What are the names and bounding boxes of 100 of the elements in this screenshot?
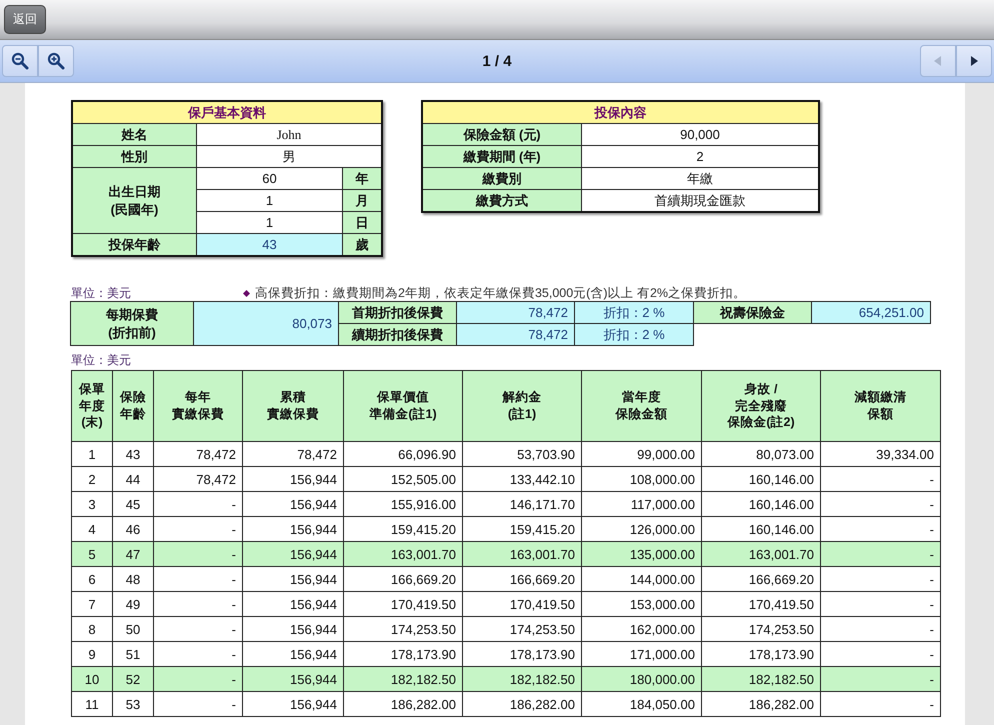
unit-label: 日 (342, 212, 382, 234)
table-cell: 47 (112, 542, 154, 566)
table-cell: - (154, 492, 242, 516)
table-cell: 144,000.00 (582, 566, 702, 592)
table-cell: - (820, 566, 940, 592)
table-cell: 50 (112, 616, 154, 642)
table-cell: 170,419.50 (462, 592, 582, 616)
table-cell: - (820, 616, 940, 642)
table-cell: 163,001.70 (462, 542, 582, 566)
unit-label: 單位：美元 (71, 285, 131, 302)
column-header: 解約金 (註1) (462, 370, 582, 442)
zoom-out-button[interactable] (2, 45, 38, 77)
table-cell: - (820, 592, 940, 616)
field-value: 78,472 (456, 323, 575, 346)
table-cell: - (820, 666, 940, 692)
table-cell: 156,944 (242, 492, 344, 516)
field-label: 姓名 (72, 124, 196, 146)
table-cell: - (154, 592, 242, 616)
unit-label: 月 (342, 190, 382, 212)
table-cell: 66,096.90 (344, 442, 462, 466)
table-cell: 160,146.00 (702, 466, 820, 492)
back-button[interactable]: 返回 (4, 5, 46, 34)
field-label: 保險金額 (元) (422, 124, 582, 146)
field-label: 繳費方式 (422, 190, 582, 212)
table-title: 投保內容 (422, 101, 819, 124)
field-value: 654,251.00 (811, 301, 931, 324)
table-cell: 78,472 (154, 442, 242, 466)
column-header: 累積 實繳保費 (242, 370, 344, 442)
discount-note: 高保費折扣：繳費期間為2年期，依表定年繳保費35,000元(含)以上 有2%之保費折扣。 (255, 285, 746, 302)
table-cell: 152,505.00 (344, 466, 462, 492)
field-value: 80,073 (193, 301, 339, 346)
table-title: 保戶基本資料 (72, 101, 382, 124)
field-label: 續期折扣後保費 (338, 323, 457, 346)
field-value: 1 (196, 190, 342, 212)
table-cell: - (820, 692, 940, 716)
table-cell: 52 (112, 666, 154, 692)
discount-value: 折扣：2 % (574, 301, 694, 324)
table-cell: 170,419.50 (344, 592, 462, 616)
table-cell: 45 (112, 492, 154, 516)
next-page-button[interactable] (956, 45, 992, 77)
table-cell: 163,001.70 (702, 542, 820, 566)
column-header: 保單價值 準備金(註1) (344, 370, 462, 442)
table-cell: 49 (112, 592, 154, 616)
table-cell: 48 (112, 566, 154, 592)
table-cell: 153,000.00 (582, 592, 702, 616)
table-cell: 133,442.10 (462, 466, 582, 492)
table-cell: 43 (112, 442, 154, 466)
table-cell: - (154, 692, 242, 716)
table-cell: 1 (72, 442, 112, 466)
table-cell: 166,669.20 (702, 566, 820, 592)
table-cell: 186,282.00 (702, 692, 820, 716)
table-cell: - (820, 542, 940, 566)
field-value: 60 (196, 168, 342, 190)
field-label: 首期折扣後保費 (338, 301, 457, 324)
zoom-in-button[interactable] (38, 45, 74, 77)
table-cell: 80,073.00 (702, 442, 820, 466)
field-value: 78,472 (456, 301, 575, 324)
table-cell: 78,472 (154, 466, 242, 492)
table-cell: 117,000.00 (582, 492, 702, 516)
table-cell: 135,000.00 (582, 542, 702, 566)
field-label: 出生日期 (民國年) (72, 168, 196, 234)
table-cell: 156,944 (242, 566, 344, 592)
table-cell: - (154, 616, 242, 642)
table-cell: 156,944 (242, 592, 344, 616)
table-cell: 11 (72, 692, 112, 716)
table-cell: 10 (72, 666, 112, 692)
table-cell: 180,000.00 (582, 666, 702, 692)
table-cell: 156,944 (242, 616, 344, 642)
unit-label: 單位：美元 (71, 352, 132, 369)
table-cell: 163,001.70 (344, 542, 462, 566)
table-cell: 108,000.00 (582, 466, 702, 492)
field-label: 投保年齡 (72, 234, 196, 256)
zoom-out-icon (11, 52, 29, 70)
right-triangle-icon (968, 55, 980, 67)
field-label: 繳費別 (422, 168, 582, 190)
diamond-icon (243, 290, 250, 297)
column-header: 當年度 保險金額 (582, 370, 702, 442)
table-cell: 78,472 (242, 442, 344, 466)
column-header: 保險 年齡 (112, 370, 154, 442)
table-cell: 3 (72, 492, 112, 516)
table-cell: 44 (112, 466, 154, 492)
table-cell: 186,282.00 (462, 692, 582, 716)
table-cell: 156,944 (242, 666, 344, 692)
table-cell: - (154, 542, 242, 566)
table-cell: 156,944 (242, 466, 344, 492)
table-cell: 174,253.50 (344, 616, 462, 642)
table-cell: - (820, 466, 940, 492)
table-cell: 53 (112, 692, 154, 716)
table-cell: 146,171.70 (462, 492, 582, 516)
table-cell: 53,703.90 (462, 442, 582, 466)
table-cell: 39,334.00 (820, 442, 940, 466)
field-label: 繳費期間 (年) (422, 146, 582, 168)
column-header: 身故 / 完全殘廢 保險金(註2) (702, 370, 820, 442)
table-cell: 6 (72, 566, 112, 592)
table-cell: 99,000.00 (582, 442, 702, 466)
table-cell: 160,146.00 (702, 492, 820, 516)
field-value: 43 (196, 234, 342, 256)
table-cell: 162,000.00 (582, 616, 702, 642)
table-cell: 182,182.50 (462, 666, 582, 692)
column-header: 保單 年度 (末) (72, 370, 112, 442)
